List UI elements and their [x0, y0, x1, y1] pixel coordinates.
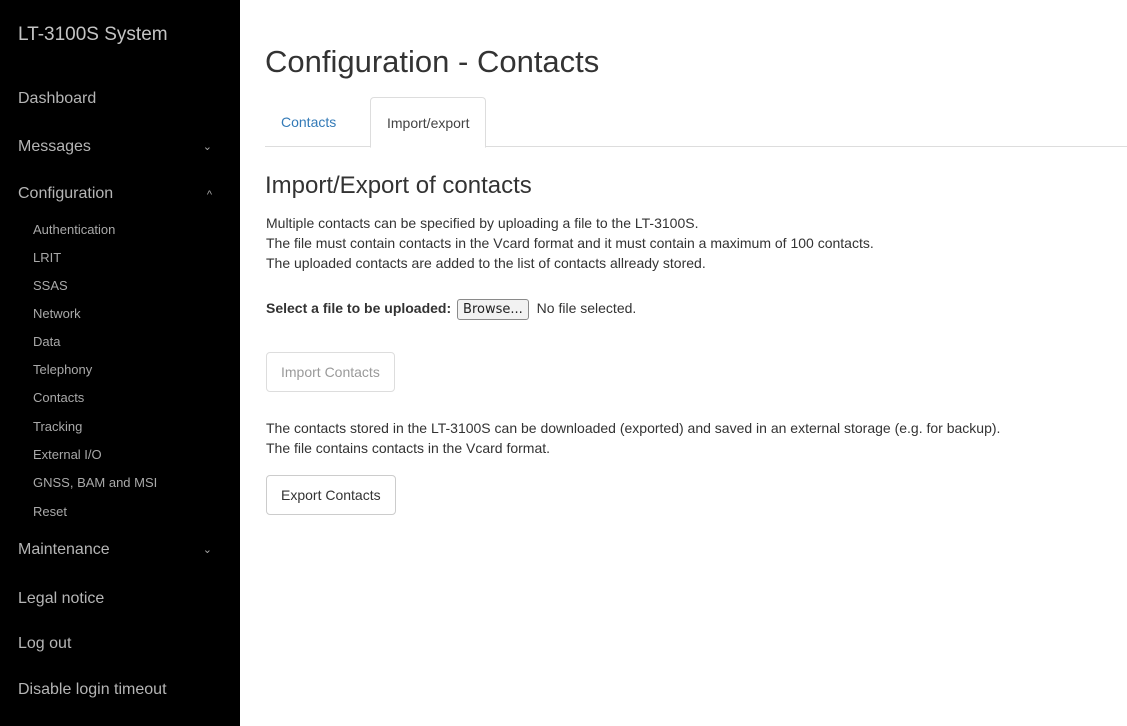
sidebar-item-label: Dashboard — [18, 90, 97, 107]
sidebar-subitem-external-io[interactable]: External I/O — [33, 447, 102, 462]
import-contacts-button[interactable]: Import Contacts — [266, 352, 395, 392]
brand-title: LT-3100S System — [18, 24, 168, 45]
sidebar-item-maintenance[interactable]: Maintenance ⌄ — [18, 541, 222, 559]
intro-line: The uploaded contacts are added to the l… — [266, 255, 706, 271]
intro-line: Multiple contacts can be specified by up… — [266, 215, 699, 231]
intro-text: Multiple contacts can be specified by up… — [266, 213, 874, 273]
sidebar-item-label: Log out — [18, 635, 72, 652]
sidebar-subitem-lrit[interactable]: LRIT — [33, 250, 61, 265]
tab-contacts[interactable]: Contacts — [265, 97, 352, 147]
sidebar-subitem-tracking[interactable]: Tracking — [33, 419, 82, 434]
sidebar-item-label: Messages — [18, 138, 91, 155]
sidebar-subitem-ssas[interactable]: SSAS — [33, 278, 68, 293]
sidebar-subitem-gnss-bam-msi[interactable]: GNSS, BAM and MSI — [33, 475, 157, 490]
sidebar-subitem-network[interactable]: Network — [33, 306, 81, 321]
tab-import-export[interactable]: Import/export — [370, 97, 487, 148]
sidebar-item-disable-login-timeout[interactable]: Disable login timeout — [18, 681, 222, 699]
sidebar: LT-3100S System Dashboard Messages ⌄ Con… — [0, 0, 240, 726]
sidebar-item-label: Maintenance — [18, 541, 110, 558]
export-line: The file contains contacts in the Vcard … — [266, 440, 551, 456]
upload-label: Select a file to be uploaded: — [266, 300, 452, 317]
export-contacts-button[interactable]: Export Contacts — [266, 475, 396, 515]
sidebar-subitem-data[interactable]: Data — [33, 334, 60, 349]
section-title: Import/Export of contacts — [265, 172, 532, 199]
sidebar-item-log-out[interactable]: Log out — [18, 635, 222, 653]
sidebar-item-label: Configuration — [18, 185, 114, 202]
page-title: Configuration - Contacts — [265, 44, 600, 79]
chevron-down-icon: ⌄ — [202, 141, 212, 153]
tab-bar: Contacts Import/export — [265, 97, 1127, 148]
file-status: No file selected. — [536, 300, 637, 317]
sidebar-item-configuration[interactable]: Configuration ^ — [18, 185, 222, 203]
browse-button[interactable]: Browse... — [457, 299, 529, 320]
sidebar-subitem-telephony[interactable]: Telephony — [33, 362, 92, 377]
intro-line: The file must contain contacts in the Vc… — [266, 235, 874, 251]
sidebar-subitem-reset[interactable]: Reset — [33, 504, 67, 519]
sidebar-subitem-authentication[interactable]: Authentication — [33, 222, 115, 237]
sidebar-item-messages[interactable]: Messages ⌄ — [18, 138, 222, 156]
main-content: Configuration - Contacts Contacts Import… — [241, 0, 1127, 726]
sidebar-item-label: Disable login timeout — [18, 681, 167, 698]
export-text: The contacts stored in the LT-3100S can … — [266, 418, 1000, 458]
sidebar-item-label: Legal notice — [18, 590, 105, 607]
export-line: The contacts stored in the LT-3100S can … — [266, 420, 1001, 436]
sidebar-item-legal-notice[interactable]: Legal notice — [18, 590, 222, 608]
chevron-down-icon: ⌄ — [202, 544, 212, 556]
sidebar-subitem-contacts[interactable]: Contacts — [33, 390, 84, 405]
upload-row: Select a file to be uploaded: Browse... … — [266, 299, 636, 320]
sidebar-item-dashboard[interactable]: Dashboard — [18, 90, 222, 108]
chevron-up-icon: ^ — [206, 189, 212, 201]
